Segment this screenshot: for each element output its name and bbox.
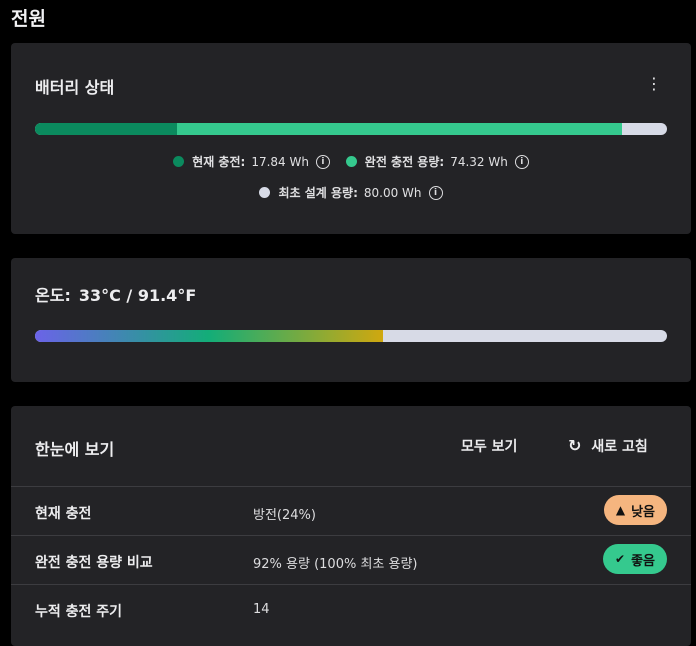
refresh-button[interactable]: ↻ 새로 고침	[568, 436, 648, 456]
page-title: 전원	[11, 8, 46, 30]
temperature-bar	[35, 330, 667, 342]
current-charge-segment	[35, 123, 177, 135]
temperature-heading: 온도: 33°C / 91.4°F	[35, 282, 196, 306]
refresh-label: 새로 고침	[591, 439, 648, 455]
view-all-button[interactable]: 모두 보기	[461, 436, 517, 456]
temperature-label: 온도:	[35, 286, 71, 305]
info-icon[interactable]: i	[315, 154, 330, 169]
more-vert-icon[interactable]: ⋮	[645, 75, 663, 93]
refresh-icon: ↻	[568, 436, 582, 455]
row-label: 현재 충전	[35, 506, 92, 522]
table-row: 완전 충전 용량 비교 92% 용량 (100% 최초 용량) ✔ 좋음	[11, 535, 691, 584]
legend-label: 완전 충전 용량:	[364, 155, 445, 169]
row-value: 14	[253, 602, 270, 617]
legend-dot-icon	[259, 187, 271, 198]
table-row: 누적 충전 주기 14	[11, 584, 691, 633]
badge-text: 좋음	[631, 553, 655, 569]
temperature-card: 온도: 33°C / 91.4°F	[11, 258, 691, 382]
legend-dot-icon	[345, 156, 357, 167]
legend-current-charge: 현재 충전: 17.84 Wh i	[173, 153, 330, 170]
battery-status-title: 배터리 상태	[35, 78, 115, 97]
info-icon[interactable]: i	[428, 185, 443, 200]
at-a-glance-title: 한눈에 보기	[35, 440, 115, 459]
battery-status-card: 배터리 상태 ⋮ 현재 충전: 17.84 Wh i 완전 충전 용량: 74.…	[11, 43, 691, 234]
at-a-glance-card: 한눈에 보기 모두 보기 ↻ 새로 고침 현재 충전 방전(24%) ▲ 낮음 …	[11, 406, 691, 646]
legend-value: 17.84 Wh	[251, 154, 309, 169]
legend-full-charge-capacity: 완전 충전 용량: 74.32 Wh i	[345, 153, 529, 170]
status-badge: ✔ 좋음	[603, 544, 667, 574]
legend-label: 최초 설계 용량:	[278, 186, 358, 200]
row-label: 완전 충전 용량 비교	[35, 555, 153, 571]
info-icon[interactable]: i	[514, 154, 529, 169]
warning-icon: ▲	[615, 503, 626, 517]
temperature-level-fill	[35, 330, 383, 342]
legend-dot-icon	[173, 156, 185, 167]
check-circle-icon: ✔	[615, 552, 626, 566]
row-value: 92% 용량 (100% 최초 용량)	[253, 557, 418, 572]
legend-value: 80.00 Wh	[363, 185, 422, 200]
legend-design-capacity: 최초 설계 용량: 80.00 Wh i	[259, 184, 443, 201]
status-badge: ▲ 낮음	[603, 495, 667, 525]
row-value: 방전(24%)	[253, 508, 316, 523]
badge-text: 낮음	[631, 504, 655, 520]
legend-value: 74.32 Wh	[450, 154, 508, 169]
table-row: 현재 충전 방전(24%) ▲ 낮음	[11, 486, 691, 535]
temperature-value: 33°C / 91.4°F	[78, 286, 197, 305]
legend-label: 현재 충전:	[192, 155, 246, 169]
row-label: 누적 충전 주기	[35, 604, 123, 620]
battery-capacity-bar	[35, 123, 667, 135]
